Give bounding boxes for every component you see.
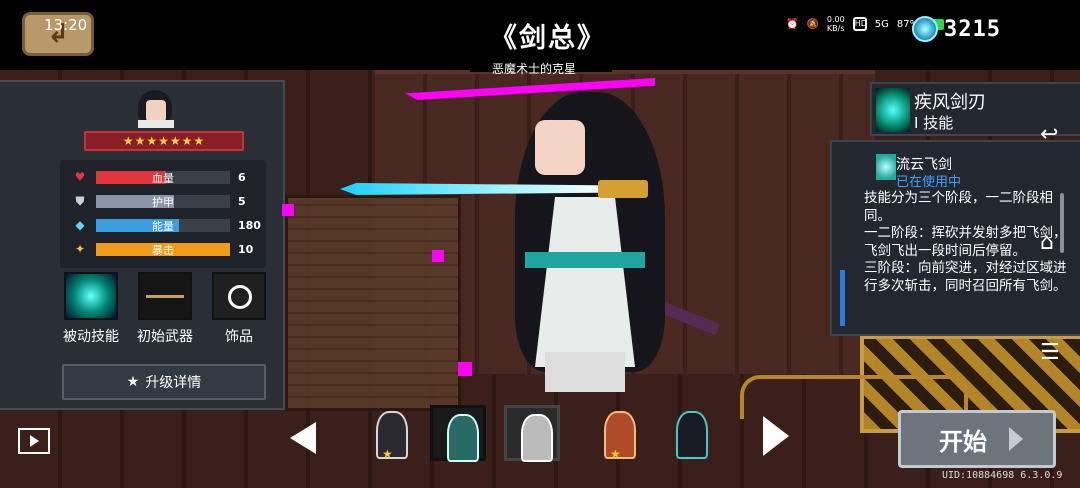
starting-weapon-slot[interactable] [138, 272, 192, 320]
hp-label: 血量 [152, 171, 174, 185]
skill-variant-icon [876, 154, 896, 180]
skin-figure [676, 411, 708, 459]
start-label: 开始 [939, 427, 987, 456]
skin-star-icon: ★ [610, 447, 621, 461]
replay-button[interactable] [18, 428, 50, 454]
skin-option[interactable] [662, 405, 718, 461]
glitch-pixel [282, 204, 294, 216]
skill-name: 疾风剑刃 [914, 92, 986, 113]
net-speed: 0.00 KB/s [826, 15, 845, 33]
skin-option-selected[interactable] [504, 405, 560, 462]
hero-sash [525, 252, 645, 268]
sword-hilt [598, 180, 648, 198]
energy-value: 180 [238, 218, 261, 232]
skin-figure [447, 414, 479, 462]
armor-label: 护甲 [152, 195, 174, 209]
status-time: 13:20 [44, 16, 88, 34]
gem-icon [912, 16, 938, 42]
next-skin-arrow-icon[interactable] [763, 416, 789, 456]
upgrade-details-button[interactable]: ★ 升级详情 [62, 364, 266, 400]
stat-energy: ◆ 能量 180 [72, 216, 262, 234]
stat-armor: ⛊ 护甲 5 [72, 192, 262, 210]
skill-thumbnail-icon [876, 88, 910, 132]
stat-hp: ♥ 血量 6 [72, 168, 262, 186]
glitch-pixel [432, 250, 444, 262]
hd-icon: HD [852, 17, 867, 31]
hp-value: 6 [238, 170, 246, 184]
starting-weapon-label: 初始武器 [137, 329, 193, 345]
gem-counter: 3215 [912, 16, 1001, 42]
heart-icon: ♥ [74, 170, 86, 184]
upgrade-details-label: 升级详情 [145, 375, 202, 391]
accessory-label: 饰品 [225, 329, 253, 345]
hp-bar: 血量 [96, 170, 230, 185]
start-arrow-icon [1009, 427, 1023, 451]
accent-bar [840, 270, 845, 326]
energy-label: 能量 [152, 219, 174, 233]
skin-star-icon: ★ [382, 447, 393, 461]
crit-sword-icon: ✦ [74, 242, 86, 256]
skin-option[interactable]: ★ [362, 405, 418, 461]
ring-accessory-icon [228, 285, 252, 309]
star-rank: ★★★★★★★ [84, 131, 244, 151]
uid-label: UID:10884698 6.3.0.9 [942, 470, 1063, 481]
description-scrollbar[interactable] [1060, 193, 1064, 253]
portrait-face [146, 100, 166, 122]
hero-character [505, 92, 675, 392]
stat-crit: ✦ 暴击 10 [72, 240, 262, 258]
passive-skill-label: 被动技能 [63, 329, 119, 345]
start-button[interactable]: 开始 [898, 410, 1056, 468]
hero-title: 《剑总》 [490, 23, 606, 54]
play-icon [29, 435, 39, 447]
hero-face [535, 120, 585, 175]
crit-label: 暴击 [152, 243, 174, 257]
signal-label: 5G [874, 18, 889, 30]
skin-option[interactable]: ★ [590, 405, 646, 461]
passive-skill-slot[interactable] [64, 272, 118, 320]
glitch-pixel [458, 362, 472, 376]
skin-option[interactable] [430, 405, 486, 462]
crit-value: 10 [238, 242, 254, 256]
portrait-band [138, 120, 174, 128]
star-icon: ★ [126, 374, 140, 390]
hero-portrait [132, 90, 180, 130]
alarm-icon: ⏰ [786, 18, 799, 30]
armor-bar: 护甲 [96, 194, 230, 209]
accessory-slot[interactable] [212, 272, 266, 320]
skill-in-use-status: 已在使用中 [896, 175, 962, 190]
energy-bar: 能量 [96, 218, 230, 233]
skill-type: I 技能 [914, 114, 954, 132]
hero-info-panel: ★★★★★★★ ♥ 血量 6 ⛊ 护甲 5 ◆ 能量 180 ✦ 暴击 10 被… [0, 80, 285, 410]
nav-back-icon[interactable]: ↩ [1040, 122, 1058, 147]
shield-icon: ⛊ [75, 193, 85, 208]
home-icon[interactable]: ⌂ [1040, 230, 1054, 255]
sword-weapon-icon [146, 295, 184, 298]
prev-skin-arrow-icon[interactable] [290, 422, 316, 454]
menu-icon[interactable]: ☰ [1040, 340, 1060, 365]
hero-legs [545, 352, 625, 392]
armor-value: 5 [238, 194, 246, 208]
skin-figure [521, 414, 553, 462]
energy-gem-icon: ◆ [75, 218, 85, 232]
wooden-crate [285, 195, 461, 411]
mute-icon: 🔕 [806, 18, 819, 30]
stats-box: ♥ 血量 6 ⛊ 护甲 5 ◆ 能量 180 ✦ 暴击 10 [60, 160, 266, 268]
gem-count: 3215 [944, 16, 1001, 42]
crit-bar: 暴击 [96, 242, 230, 257]
hero-subtitle: 恶魔术士的克星 [492, 62, 577, 76]
